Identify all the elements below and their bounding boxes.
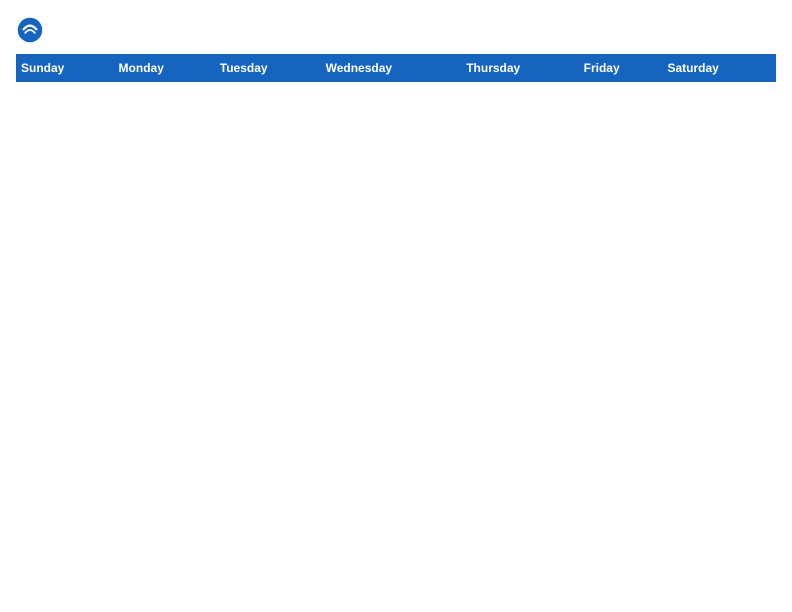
weekday-header-tuesday: Tuesday bbox=[215, 55, 321, 82]
logo bbox=[16, 16, 48, 44]
weekday-header-friday: Friday bbox=[579, 55, 663, 82]
weekday-header-monday: Monday bbox=[114, 55, 215, 82]
page-header bbox=[16, 16, 776, 44]
weekday-header-wednesday: Wednesday bbox=[321, 55, 462, 82]
weekday-header-saturday: Saturday bbox=[663, 55, 776, 82]
weekday-header-thursday: Thursday bbox=[462, 55, 579, 82]
calendar-table: SundayMondayTuesdayWednesdayThursdayFrid… bbox=[16, 54, 776, 82]
weekday-header-sunday: Sunday bbox=[17, 55, 115, 82]
weekday-header-row: SundayMondayTuesdayWednesdayThursdayFrid… bbox=[17, 55, 776, 82]
logo-icon bbox=[16, 16, 44, 44]
